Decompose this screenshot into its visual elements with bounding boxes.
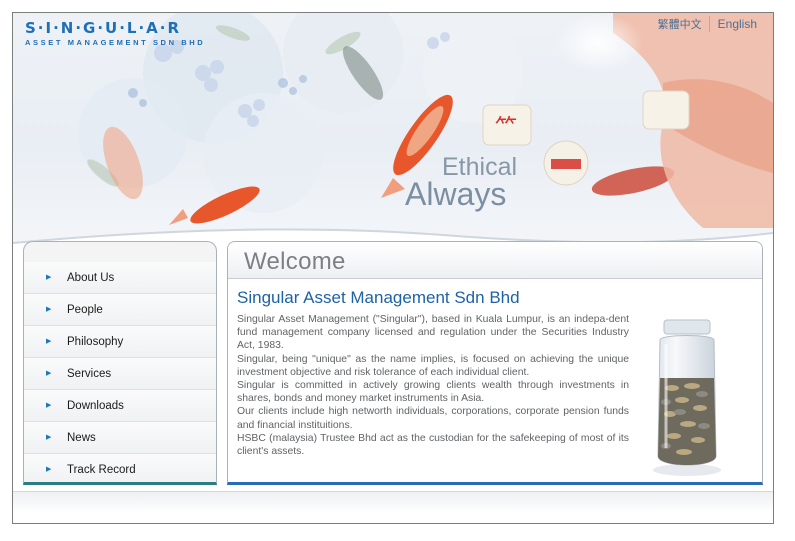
intro-text: Singular Asset Management ("Singular"), … — [237, 313, 629, 458]
logo-text: S·I·N·G·U·L·A·R — [25, 19, 182, 37]
bullet-arrow-icon: ▶ — [46, 306, 52, 313]
sidebar-item-news[interactable]: ▶ News — [24, 422, 216, 454]
language-switcher: 繁體中文 English — [651, 16, 767, 32]
banner-artwork: ⺮ — [78, 13, 773, 228]
sidebar-item-track-record[interactable]: ▶ Track Record — [24, 454, 216, 482]
sidebar-item-about-us[interactable]: ▶ About Us — [24, 262, 216, 294]
header-banner: ⺮ S·I·N·G·U·L·A·R ASSET MANAGEMENT SDN B… — [13, 13, 773, 253]
page-title: Singular Asset Management Sdn Bhd — [237, 288, 520, 307]
bullet-arrow-icon: ▶ — [46, 402, 52, 409]
lang-english-link[interactable]: English — [710, 17, 767, 31]
sidebar-item-label: People — [67, 303, 103, 316]
main-content-panel: Welcome Singular Asset Management Sdn Bh… — [227, 241, 763, 485]
sidebar-item-label: About Us — [67, 271, 115, 284]
section-heading: Welcome — [244, 248, 346, 275]
bullet-arrow-icon: ▶ — [46, 466, 52, 473]
bullet-arrow-icon: ▶ — [46, 274, 52, 281]
bullet-arrow-icon: ▶ — [46, 338, 52, 345]
sidebar-item-label: Philosophy — [67, 335, 124, 348]
sidebar-item-downloads[interactable]: ▶ Downloads — [24, 390, 216, 422]
page-footer — [13, 491, 773, 523]
banner-tagline: Ethical Always — [405, 153, 517, 213]
lang-chinese-link[interactable]: 繁體中文 — [651, 16, 710, 32]
company-logo[interactable]: S·I·N·G·U·L·A·R ASSET MANAGEMENT SDN BHD — [25, 19, 205, 47]
sidebar-item-services[interactable]: ▶ Services — [24, 358, 216, 390]
paragraph: Our clients include high networth indivi… — [237, 406, 629, 431]
bullet-arrow-icon: ▶ — [46, 370, 52, 377]
section-header: Welcome — [228, 242, 762, 279]
sidebar-item-label: Track Record — [67, 463, 136, 476]
sidebar-item-label: News — [67, 431, 96, 444]
page-frame: ⺮ S·I·N·G·U·L·A·R ASSET MANAGEMENT SDN B… — [12, 12, 774, 524]
logo-subtitle: ASSET MANAGEMENT SDN BHD — [25, 38, 206, 47]
paragraph: Singular is committed in actively growin… — [237, 380, 629, 405]
tagline-always: Always — [405, 176, 507, 212]
sidebar-item-label: Services — [67, 367, 112, 380]
bullet-arrow-icon: ▶ — [46, 434, 52, 441]
paragraph: Singular Asset Management ("Singular"), … — [237, 314, 629, 352]
svg-text:⺮: ⺮ — [495, 116, 517, 141]
sidebar-item-people[interactable]: ▶ People — [24, 294, 216, 326]
sidebar-nav: ▶ About Us ▶ People ▶ Philosophy ▶ Servi… — [23, 241, 217, 485]
coin-jar-image — [653, 319, 721, 476]
sidebar-item-label: Downloads — [67, 399, 124, 412]
paragraph: Singular, being "unique" as the name imp… — [237, 353, 629, 378]
sidebar-menu: ▶ About Us ▶ People ▶ Philosophy ▶ Servi… — [24, 242, 216, 482]
paragraph: HSBC (malaysia) Trustee Bhd act as the c… — [237, 432, 629, 458]
sidebar-item-philosophy[interactable]: ▶ Philosophy — [24, 326, 216, 358]
